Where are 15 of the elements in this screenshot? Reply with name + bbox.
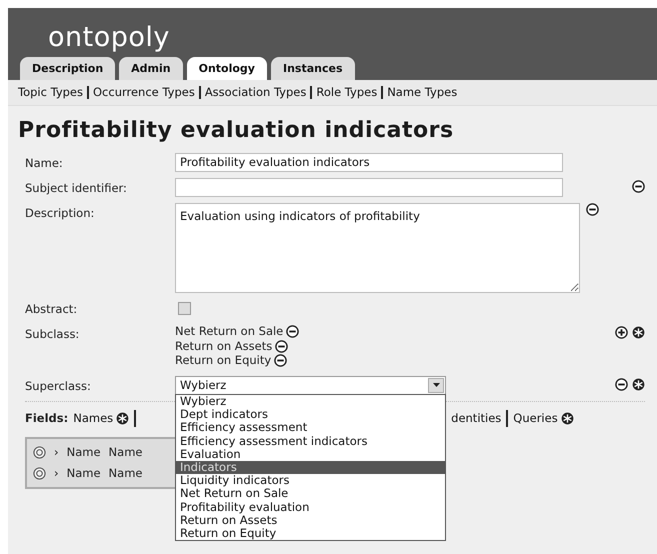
field-label: Abstract: — [25, 301, 78, 318]
field-label: Subject identifier: — [25, 180, 128, 197]
page-title: Profitability evaluation indicators — [18, 116, 455, 145]
field-label: Name: — [25, 154, 64, 172]
arrow-marker: › — [54, 465, 59, 482]
logo: ontopoly — [48, 21, 170, 51]
field-label: Subclass: — [25, 326, 80, 344]
field-name: Name — [66, 465, 101, 482]
field-name: Name — [66, 444, 101, 462]
field-label: Description: — [25, 205, 96, 222]
field-name: Name — [108, 444, 142, 462]
field-name: Name — [108, 465, 142, 482]
field-label: Superclass: — [25, 378, 92, 395]
arrow-marker: › — [54, 444, 59, 462]
fields-label: Fields: — [25, 410, 68, 428]
